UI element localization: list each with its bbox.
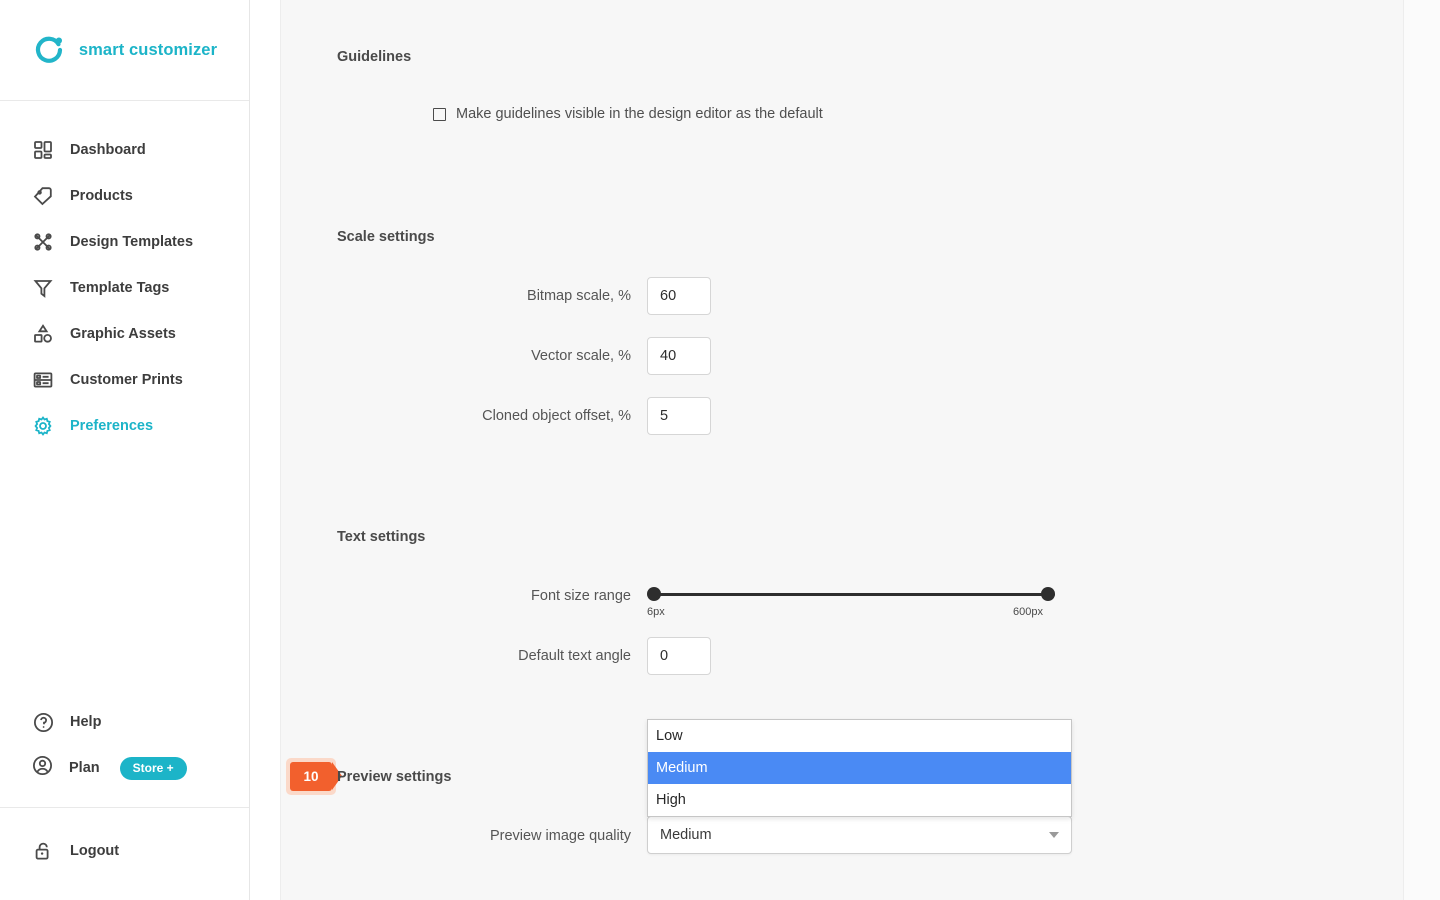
sidebar-item-label: Logout bbox=[70, 843, 120, 859]
vector-scale-input[interactable] bbox=[647, 337, 711, 375]
sidebar-item-label: Preferences bbox=[70, 418, 154, 434]
brand-name: smart customizer bbox=[78, 40, 218, 59]
sidebar-item-design-templates[interactable]: Design Templates bbox=[0, 219, 249, 265]
guidelines-checkbox-row[interactable]: Make guidelines visible in the design ed… bbox=[433, 106, 823, 122]
slider-handle-min[interactable] bbox=[647, 587, 661, 601]
funnel-icon bbox=[32, 277, 54, 299]
sidebar-item-logout[interactable]: Logout bbox=[0, 828, 249, 874]
unlock-icon bbox=[32, 840, 54, 862]
font-size-range-label: Font size range bbox=[531, 588, 631, 604]
circle-dot-logo-icon bbox=[32, 33, 66, 67]
user-circle-icon bbox=[32, 755, 53, 781]
brand-logo[interactable]: smart customizer bbox=[0, 0, 249, 101]
gear-icon bbox=[32, 415, 54, 437]
guidelines-section-title: Guidelines bbox=[337, 49, 412, 65]
sidebar-item-label: Help bbox=[70, 714, 102, 730]
guidelines-checkbox-label: Make guidelines visible in the design ed… bbox=[456, 106, 823, 122]
main-content: Guidelines Make guidelines visible in th… bbox=[250, 0, 1440, 900]
preview-quality-select[interactable]: Medium bbox=[647, 816, 1072, 854]
slider-min-tick-label: 6px bbox=[647, 606, 665, 618]
preview-quality-dropdown-list[interactable]: Low Medium High bbox=[647, 719, 1072, 817]
text-settings-section-title: Text settings bbox=[337, 529, 426, 545]
dropdown-option-high[interactable]: High bbox=[648, 784, 1071, 816]
app-root: smart customizer Dashboard Products Desi bbox=[0, 0, 1440, 900]
step-indicator: 10 bbox=[286, 758, 342, 795]
chevron-down-icon bbox=[1049, 832, 1059, 838]
slider-track bbox=[653, 593, 1055, 596]
step-indicator-number: 10 bbox=[290, 762, 342, 791]
plan-label: Plan bbox=[69, 760, 100, 776]
preview-quality-selected-value: Medium bbox=[660, 827, 712, 843]
sidebar-item-plan[interactable]: Plan Store + bbox=[0, 745, 249, 791]
cloned-object-offset-input[interactable] bbox=[647, 397, 711, 435]
settings-panel: Guidelines Make guidelines visible in th… bbox=[280, 0, 1404, 900]
sidebar-item-dashboard[interactable]: Dashboard bbox=[0, 127, 249, 173]
preview-image-quality-label: Preview image quality bbox=[489, 828, 631, 844]
preview-settings-section-title: Preview settings bbox=[337, 769, 452, 785]
sidebar-item-customer-prints[interactable]: Customer Prints bbox=[0, 357, 249, 403]
font-size-range-slider[interactable]: 6px 600px bbox=[647, 586, 1067, 624]
sidebar-item-label: Customer Prints bbox=[70, 372, 183, 388]
vector-scale-label: Vector scale, % bbox=[531, 348, 631, 364]
sidebar: smart customizer Dashboard Products Desi bbox=[0, 0, 250, 900]
table-rows-icon bbox=[32, 369, 54, 391]
sidebar-item-help[interactable]: Help bbox=[0, 699, 249, 745]
shapes-icon bbox=[32, 323, 54, 345]
bitmap-scale-label: Bitmap scale, % bbox=[527, 288, 631, 304]
sidebar-nav: Dashboard Products Design Templates Temp… bbox=[0, 101, 249, 449]
sidebar-item-label: Dashboard bbox=[70, 142, 146, 158]
design-tools-icon bbox=[32, 231, 54, 253]
dropdown-option-low[interactable]: Low bbox=[648, 720, 1071, 752]
grid-icon bbox=[32, 139, 54, 161]
question-circle-icon bbox=[32, 711, 54, 733]
logout-block: Logout bbox=[0, 808, 249, 900]
sidebar-bottom-nav: Help Plan Store + Logout bbox=[0, 699, 249, 900]
guidelines-visible-checkbox[interactable] bbox=[433, 107, 446, 121]
sidebar-item-template-tags[interactable]: Template Tags bbox=[0, 265, 249, 311]
slider-max-tick-label: 600px bbox=[1013, 606, 1043, 618]
sidebar-item-label: Products bbox=[70, 188, 133, 204]
cloned-object-offset-label: Cloned object offset, % bbox=[482, 408, 631, 424]
bitmap-scale-input[interactable] bbox=[647, 277, 711, 315]
dropdown-option-medium[interactable]: Medium bbox=[648, 752, 1071, 784]
slider-handle-max[interactable] bbox=[1041, 587, 1055, 601]
default-text-angle-label: Default text angle bbox=[518, 648, 631, 664]
sidebar-item-label: Template Tags bbox=[70, 280, 170, 296]
sidebar-item-graphic-assets[interactable]: Graphic Assets bbox=[0, 311, 249, 357]
sidebar-item-preferences[interactable]: Preferences bbox=[0, 403, 249, 449]
scale-settings-section-title: Scale settings bbox=[337, 229, 435, 245]
tag-icon bbox=[32, 185, 54, 207]
sidebar-item-label: Graphic Assets bbox=[70, 326, 176, 342]
store-plan-badge[interactable]: Store + bbox=[119, 756, 187, 780]
sidebar-item-products[interactable]: Products bbox=[0, 173, 249, 219]
sidebar-item-label: Design Templates bbox=[70, 234, 194, 250]
right-rail bbox=[1404, 0, 1440, 900]
default-text-angle-input[interactable] bbox=[647, 637, 711, 675]
